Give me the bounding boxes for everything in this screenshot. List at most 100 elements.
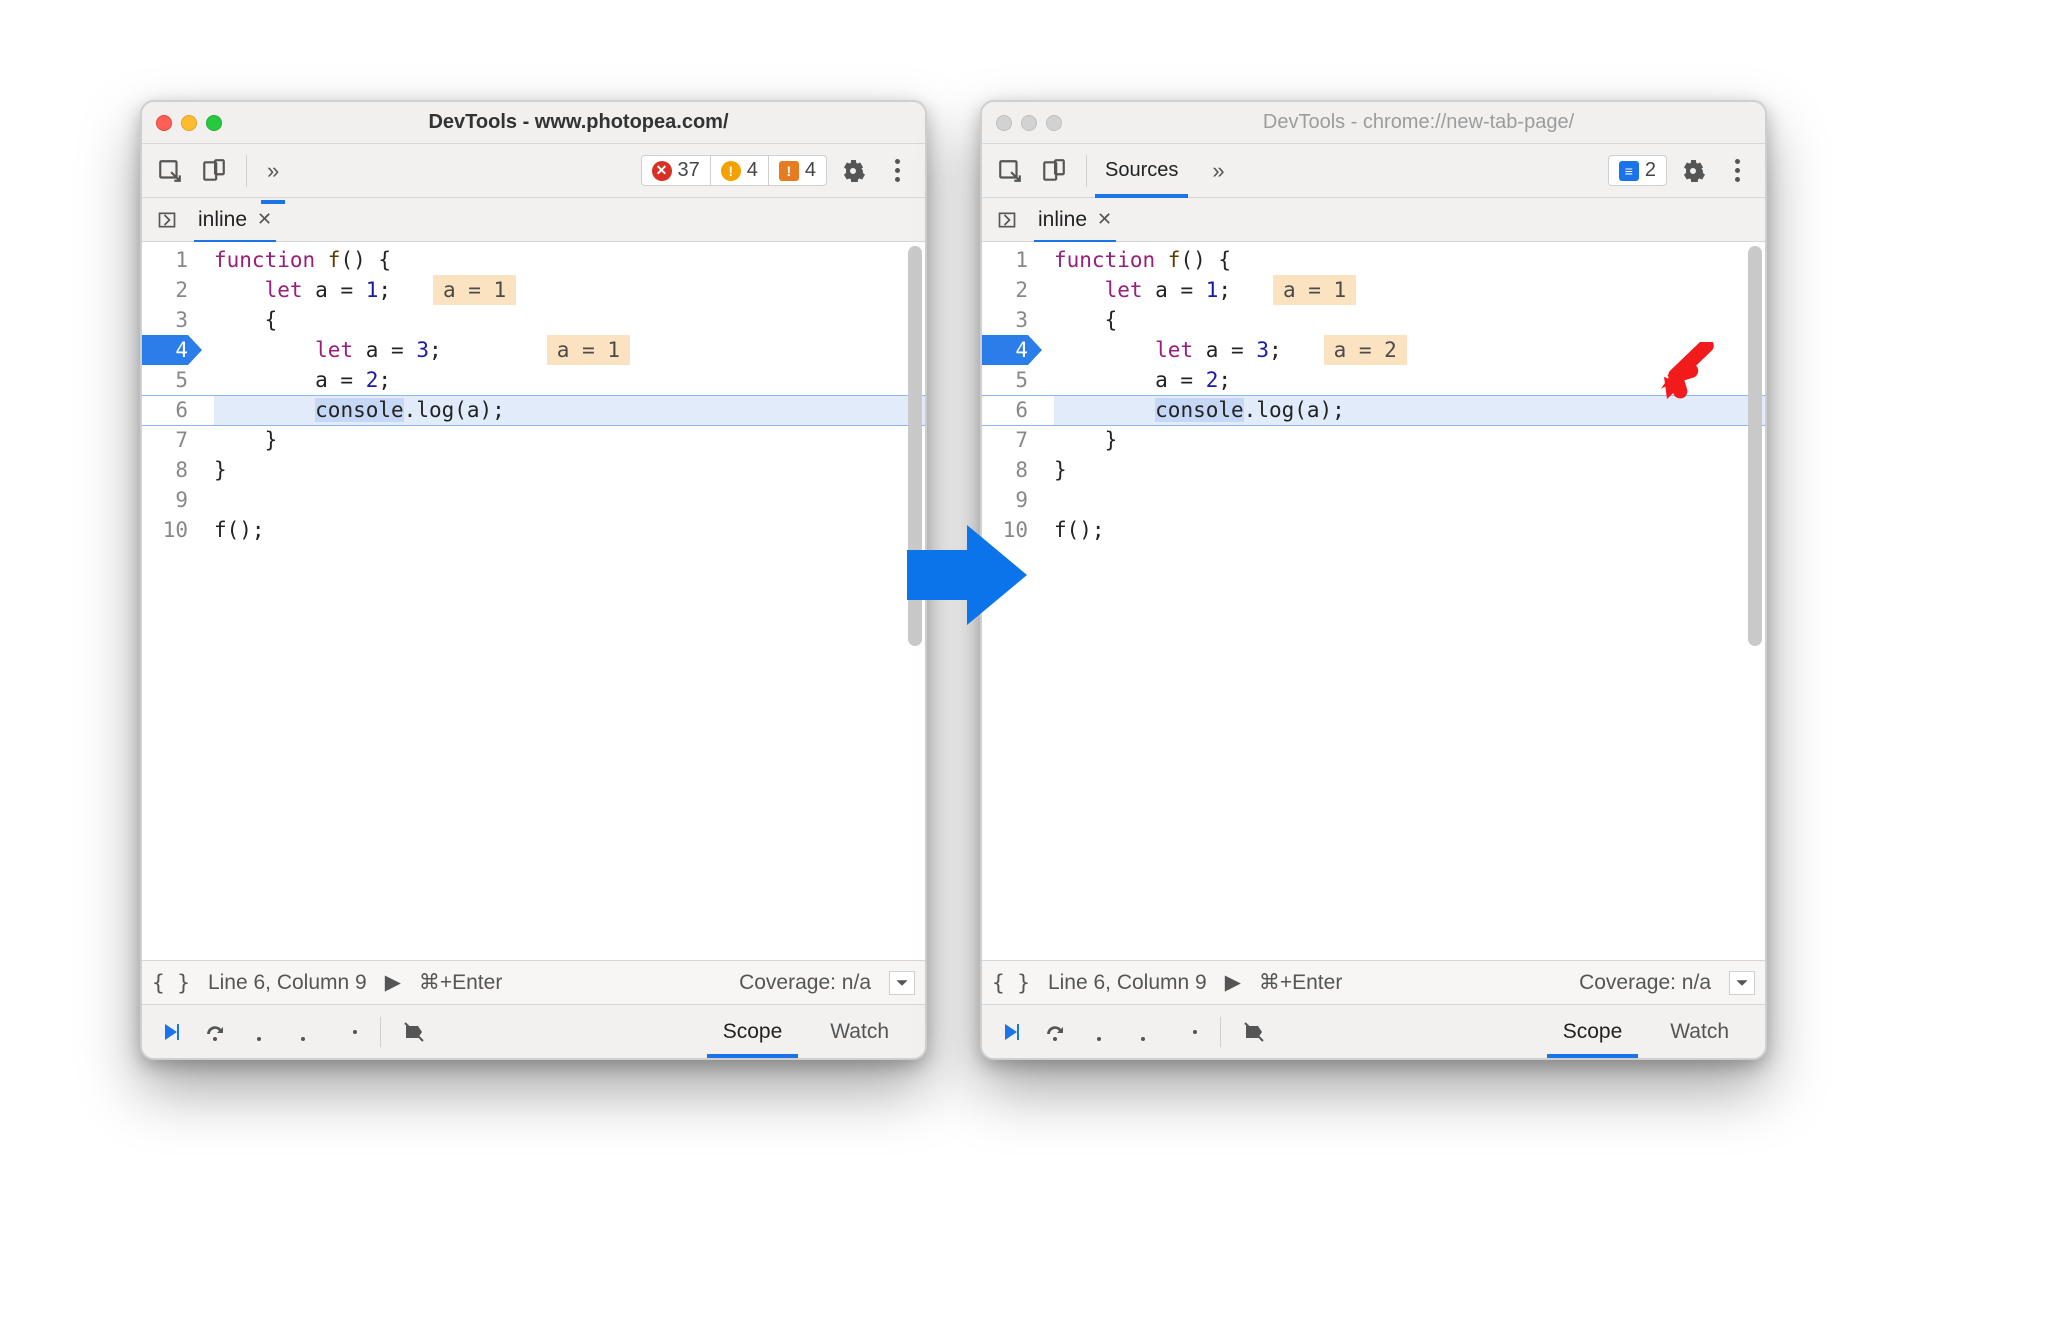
inspect-icon[interactable] (992, 153, 1028, 189)
code-line[interactable]: } (214, 455, 925, 485)
scope-tab[interactable]: Scope (699, 1005, 807, 1058)
kebab-menu-icon[interactable] (879, 153, 915, 189)
code-line[interactable]: function f() { (1054, 245, 1765, 275)
gutter-line[interactable]: 1 (982, 245, 1028, 275)
coverage-dropdown-icon[interactable] (1729, 971, 1755, 995)
close-icon[interactable] (996, 115, 1012, 131)
close-tab-icon[interactable]: ✕ (257, 209, 272, 230)
watch-tab[interactable]: Watch (1646, 1005, 1753, 1058)
code-line[interactable]: function f() { (214, 245, 925, 275)
inspect-icon[interactable] (152, 153, 188, 189)
settings-icon[interactable] (1675, 153, 1711, 189)
run-icon[interactable]: ▶ (1225, 970, 1241, 995)
code-line[interactable]: f(); (214, 515, 925, 545)
transition-arrow-icon (907, 520, 1027, 630)
gutter-line[interactable]: 2 (142, 275, 188, 305)
gutter-line[interactable]: 5 (142, 365, 188, 395)
minimize-icon[interactable] (181, 115, 197, 131)
main-toolbar: Sources » ≡ 2 (982, 144, 1765, 198)
step-out-icon[interactable] (286, 1015, 320, 1049)
gutter-line[interactable]: 9 (142, 485, 188, 515)
messages-badge[interactable]: ≡ 2 (1609, 156, 1666, 185)
file-tab-inline[interactable]: inline ✕ (196, 208, 274, 232)
gutter-line[interactable]: 3 (142, 305, 188, 335)
gutter-line[interactable]: 5 (982, 365, 1028, 395)
zoom-icon[interactable] (1046, 115, 1062, 131)
gutter-line[interactable]: 7 (142, 425, 188, 455)
pretty-print-icon[interactable]: { } (152, 971, 190, 995)
device-toggle-icon[interactable] (1036, 153, 1072, 189)
code-editor[interactable]: 12345678910 function f() { let a = 1; a … (982, 242, 1765, 960)
device-toggle-icon[interactable] (196, 153, 232, 189)
code-line[interactable] (214, 485, 925, 515)
code-line[interactable]: console.log(a); (214, 395, 925, 425)
warnings-badge[interactable]: ! 4 (711, 156, 769, 185)
deactivate-breakpoints-icon[interactable] (1237, 1015, 1271, 1049)
step-icon[interactable] (330, 1015, 364, 1049)
step-over-icon[interactable] (1038, 1015, 1072, 1049)
gutter-line[interactable]: 2 (982, 275, 1028, 305)
code-line[interactable] (1054, 485, 1765, 515)
code-area[interactable]: function f() { let a = 1; a = 1 { let a … (1038, 242, 1765, 960)
scrollbar[interactable] (1748, 246, 1762, 646)
close-icon[interactable] (156, 115, 172, 131)
gutter-line[interactable]: 9 (982, 485, 1028, 515)
gutter-line[interactable]: 7 (982, 425, 1028, 455)
errors-count: 37 (678, 159, 700, 182)
gutter-line[interactable]: 4 (142, 335, 188, 365)
deactivate-breakpoints-icon[interactable] (397, 1015, 431, 1049)
step-into-icon[interactable] (1082, 1015, 1116, 1049)
console-badges[interactable]: ✕ 37 ! 4 ! 4 (641, 155, 828, 186)
code-line[interactable]: { (1054, 305, 1765, 335)
kebab-menu-icon[interactable] (1719, 153, 1755, 189)
gutter-line[interactable]: 8 (142, 455, 188, 485)
sources-tab[interactable]: Sources (1101, 159, 1182, 182)
pretty-print-icon[interactable]: { } (992, 971, 1030, 995)
error-icon: ✕ (652, 161, 672, 181)
gutter-line[interactable]: 1 (142, 245, 188, 275)
close-tab-icon[interactable]: ✕ (1097, 209, 1112, 230)
step-out-icon[interactable] (1126, 1015, 1160, 1049)
code-line[interactable]: } (1054, 455, 1765, 485)
code-line[interactable]: let a = 3; a = 1 (214, 335, 925, 365)
zoom-icon[interactable] (206, 115, 222, 131)
code-line[interactable]: let a = 1; a = 1 (214, 275, 925, 305)
issues-badge[interactable]: ! 4 (769, 156, 826, 185)
inline-value-annotation: a = 1 (433, 275, 516, 305)
resume-icon[interactable] (994, 1015, 1028, 1049)
scope-tab[interactable]: Scope (1539, 1005, 1647, 1058)
file-tab-inline[interactable]: inline ✕ (1036, 208, 1114, 232)
code-editor[interactable]: 12345678910 function f() { let a = 1; a … (142, 242, 925, 960)
gutter-line[interactable]: 6 (982, 395, 1028, 425)
gutter-line[interactable]: 4 (982, 335, 1028, 365)
minimize-icon[interactable] (1021, 115, 1037, 131)
more-tabs-chevron[interactable]: » (1206, 154, 1230, 188)
more-tabs-chevron[interactable]: » (261, 154, 285, 188)
step-into-icon[interactable] (242, 1015, 276, 1049)
step-over-icon[interactable] (198, 1015, 232, 1049)
code-line[interactable]: a = 2; (214, 365, 925, 395)
errors-badge[interactable]: ✕ 37 (642, 156, 711, 185)
gutter-line[interactable]: 10 (142, 515, 188, 545)
navigator-toggle-icon[interactable] (152, 205, 182, 235)
console-badges[interactable]: ≡ 2 (1608, 155, 1667, 186)
code-line[interactable]: { (214, 305, 925, 335)
code-line[interactable]: f(); (1054, 515, 1765, 545)
file-tab-label: inline (1038, 208, 1087, 232)
navigator-toggle-icon[interactable] (992, 205, 1022, 235)
step-icon[interactable] (1170, 1015, 1204, 1049)
code-line[interactable]: let a = 1; a = 1 (1054, 275, 1765, 305)
titlebar[interactable]: DevTools - www.photopea.com/ (142, 102, 925, 144)
gutter-line[interactable]: 8 (982, 455, 1028, 485)
run-icon[interactable]: ▶ (385, 970, 401, 995)
titlebar[interactable]: DevTools - chrome://new-tab-page/ (982, 102, 1765, 144)
code-line[interactable]: } (214, 425, 925, 455)
code-line[interactable]: } (1054, 425, 1765, 455)
gutter-line[interactable]: 3 (982, 305, 1028, 335)
resume-icon[interactable] (154, 1015, 188, 1049)
code-area[interactable]: function f() { let a = 1; a = 1 { let a … (198, 242, 925, 960)
watch-tab[interactable]: Watch (806, 1005, 913, 1058)
gutter-line[interactable]: 6 (142, 395, 188, 425)
coverage-dropdown-icon[interactable] (889, 971, 915, 995)
settings-icon[interactable] (835, 153, 871, 189)
